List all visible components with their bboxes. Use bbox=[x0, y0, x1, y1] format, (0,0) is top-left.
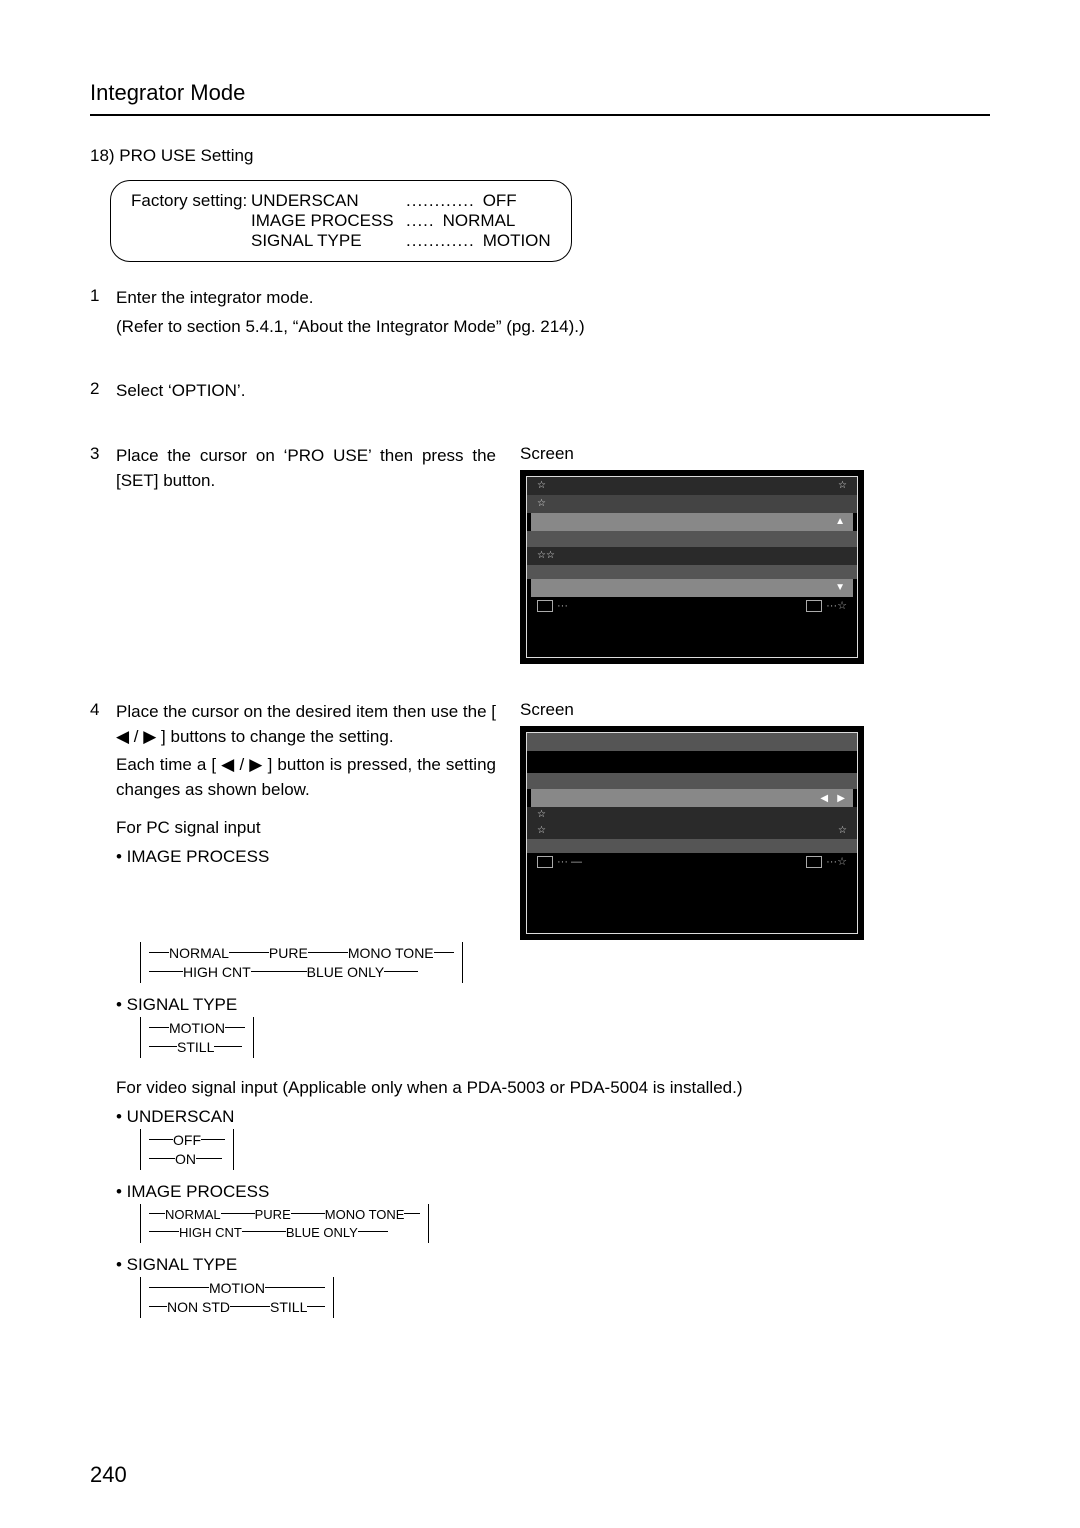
cycle-item: ON bbox=[175, 1151, 196, 1167]
cycle-item: NON STD bbox=[167, 1299, 230, 1315]
triangle-up-icon: ▲ bbox=[835, 516, 845, 527]
cycle-item: PURE bbox=[255, 1207, 291, 1222]
step-1-line-2: (Refer to section 5.4.1, “About the Inte… bbox=[116, 315, 990, 340]
cycle-item: PURE bbox=[269, 945, 308, 961]
factory-dots-2: ............ bbox=[406, 231, 475, 251]
step-3-number: 3 bbox=[90, 444, 112, 464]
cycle-signal-type-pc: MOTION STILL bbox=[140, 1017, 990, 1058]
step-3-line-1: Place the cursor on ‘PRO USE’ then press… bbox=[116, 444, 496, 493]
osd-screen-1: ☆ ☆ ☆ ▲ ☆☆ bbox=[520, 470, 864, 664]
factory-label: Factory setting: bbox=[131, 191, 251, 211]
osd-lr-row: ◀ ▶ bbox=[531, 789, 853, 807]
box-icon bbox=[537, 856, 553, 868]
factory-val-2: MOTION bbox=[475, 231, 551, 251]
cycle-item: OFF bbox=[173, 1132, 201, 1148]
step-4-line-2: Each time a [ ◀ / ▶ ] button is pressed,… bbox=[116, 753, 496, 802]
factory-dots-1: ..... bbox=[406, 211, 435, 231]
star-icon: ☆ bbox=[838, 480, 847, 491]
cycle-item: BLUE ONLY bbox=[307, 964, 385, 980]
cycle-item: STILL bbox=[177, 1039, 214, 1055]
box-icon bbox=[806, 856, 822, 868]
star-icon: ☆ bbox=[537, 480, 546, 491]
triangle-right-icon: ▶ bbox=[837, 793, 845, 804]
bullet-signal-type-video: • SIGNAL TYPE bbox=[116, 1255, 990, 1275]
step-2-line-1: Select ‘OPTION’. bbox=[116, 379, 990, 404]
step-4-number: 4 bbox=[90, 700, 112, 720]
cycle-item: BLUE ONLY bbox=[286, 1225, 358, 1240]
triangle-left-icon: ◀ bbox=[820, 793, 828, 804]
factory-key-2: SIGNAL TYPE bbox=[251, 231, 406, 251]
step-2-number: 2 bbox=[90, 379, 112, 399]
bullet-underscan: • UNDERSCAN bbox=[116, 1107, 990, 1127]
cycle-image-process-video: NORMAL PURE MONO TONE HIGH CNT BLUE ONLY bbox=[140, 1204, 990, 1243]
title-rule bbox=[90, 114, 990, 116]
factory-dots-0: ............ bbox=[406, 191, 475, 211]
factory-val-1: NORMAL bbox=[435, 211, 516, 231]
step-4: 4 Place the cursor on the desired item t… bbox=[90, 700, 990, 1330]
cycle-item: NORMAL bbox=[165, 1207, 221, 1222]
triangle-down-icon: ▼ bbox=[835, 582, 845, 593]
video-signal-heading: For video signal input (Applicable only … bbox=[116, 1076, 990, 1101]
cycle-item: MOTION bbox=[169, 1020, 225, 1036]
box-icon bbox=[537, 600, 553, 612]
star-icon: ☆☆ bbox=[537, 550, 555, 561]
bullet-image-process-video: • IMAGE PROCESS bbox=[116, 1182, 990, 1202]
step-1-number: 1 bbox=[90, 286, 112, 306]
step-2: 2 Select ‘OPTION’. bbox=[90, 379, 990, 408]
cycle-item: MOTION bbox=[209, 1280, 265, 1296]
star-icon: ☆ bbox=[537, 809, 546, 820]
cycle-item: MONO TONE bbox=[325, 1207, 405, 1222]
osd-scroll-row: ▲ bbox=[531, 513, 853, 531]
bullet-signal-type-pc: • SIGNAL TYPE bbox=[116, 995, 990, 1015]
screen-label-1: Screen bbox=[520, 444, 864, 464]
factory-val-0: OFF bbox=[475, 191, 517, 211]
cycle-item: NORMAL bbox=[169, 945, 229, 961]
star-icon: ☆ bbox=[838, 825, 847, 836]
step-3: 3 Place the cursor on ‘PRO USE’ then pre… bbox=[90, 444, 990, 664]
section-heading: 18) PRO USE Setting bbox=[90, 146, 990, 166]
factory-key-0: UNDERSCAN bbox=[251, 191, 406, 211]
box-icon bbox=[806, 600, 822, 612]
star-icon: ☆ bbox=[537, 498, 546, 509]
pc-signal-heading: For PC signal input bbox=[116, 816, 496, 841]
page-number: 240 bbox=[90, 1462, 127, 1488]
cycle-image-process-pc: NORMAL PURE MONO TONE HIGH CNT BLUE ONLY bbox=[140, 942, 990, 983]
page-title: Integrator Mode bbox=[90, 80, 990, 106]
bullet-image-process: • IMAGE PROCESS bbox=[116, 847, 496, 867]
star-icon: ☆ bbox=[537, 825, 546, 836]
step-1-line-1: Enter the integrator mode. bbox=[116, 286, 990, 311]
factory-key-1: IMAGE PROCESS bbox=[251, 211, 406, 231]
cycle-item: STILL bbox=[270, 1299, 307, 1315]
factory-setting-box: Factory setting: UNDERSCAN ............ … bbox=[110, 180, 572, 262]
osd-scroll-row: ▼ bbox=[531, 579, 853, 597]
cycle-signal-type-video: MOTION NON STD STILL bbox=[140, 1277, 990, 1318]
cycle-item: HIGH CNT bbox=[179, 1225, 242, 1240]
osd-screen-2: ◀ ▶ ☆ ☆☆ ··· — ···☆ bbox=[520, 726, 864, 940]
cycle-underscan: OFF ON bbox=[140, 1129, 990, 1170]
step-4-line-1: Place the cursor on the desired item the… bbox=[116, 700, 496, 749]
step-1: 1 Enter the integrator mode. (Refer to s… bbox=[90, 286, 990, 343]
cycle-item: HIGH CNT bbox=[183, 964, 251, 980]
screen-label-2: Screen bbox=[520, 700, 864, 720]
cycle-item: MONO TONE bbox=[348, 945, 434, 961]
